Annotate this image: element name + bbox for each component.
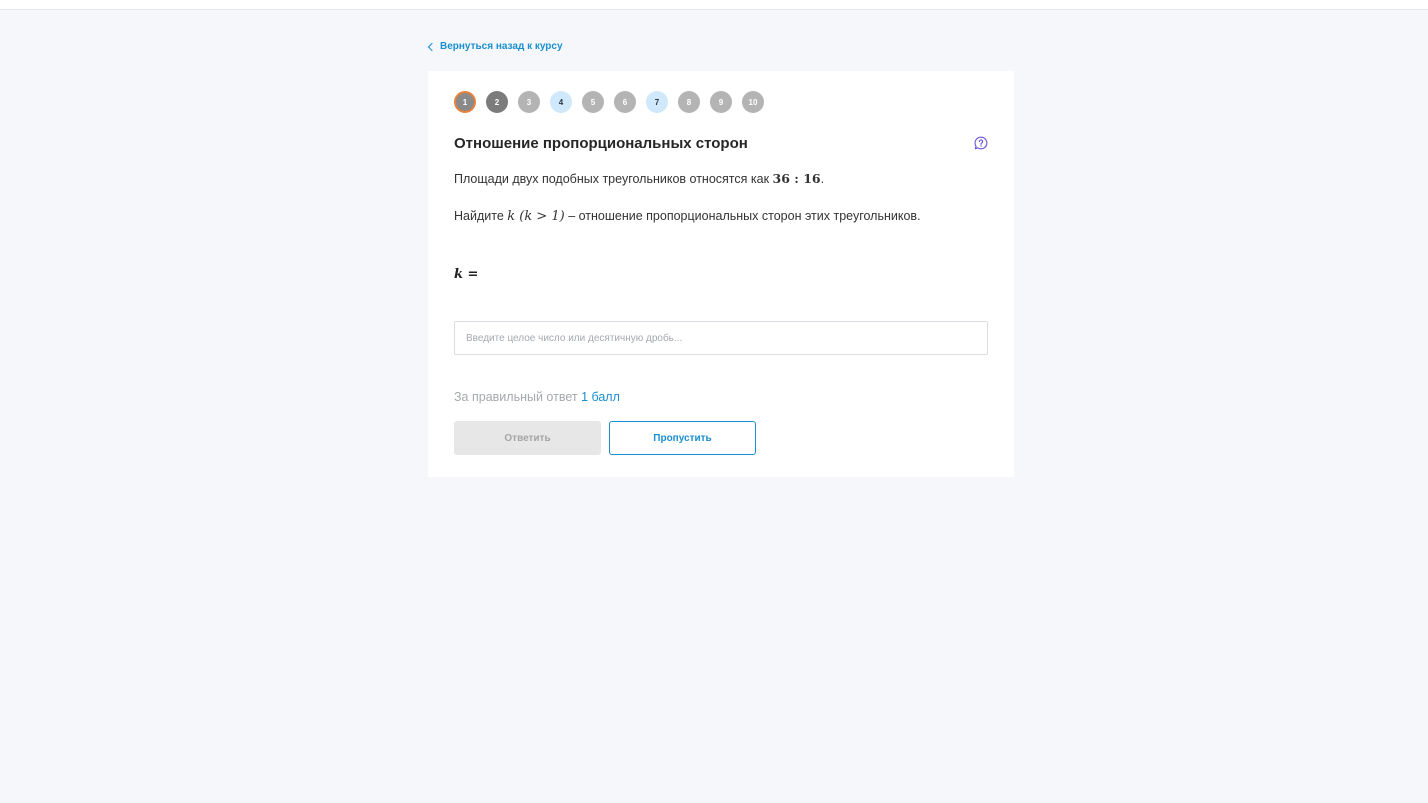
back-to-course-link[interactable]: Вернуться назад к курсу — [427, 41, 563, 52]
step-2[interactable]: 2 — [486, 91, 508, 113]
task-card: 1 2 3 4 5 6 7 8 9 10 Отношение пропорцио… — [428, 71, 1014, 477]
top-bar — [0, 0, 1428, 10]
question-text: Найдите — [454, 209, 508, 223]
score-points: 1 балл — [581, 390, 620, 404]
back-to-course-label: Вернуться назад к курсу — [440, 41, 563, 52]
task-condition: Площади двух подобных треугольников отно… — [454, 171, 824, 186]
score-info: За правильный ответ 1 балл — [454, 390, 620, 404]
chevron-left-icon — [427, 42, 437, 51]
answer-input[interactable] — [454, 321, 988, 355]
condition-end: . — [820, 172, 825, 186]
answer-label: k = — [454, 267, 479, 282]
task-question: Найдите k (k > 1) – отношение пропорцион… — [454, 209, 921, 224]
step-7[interactable]: 7 — [646, 91, 668, 113]
step-1[interactable]: 1 — [454, 91, 476, 113]
step-8[interactable]: 8 — [678, 91, 700, 113]
condition-text: Площади двух подобных треугольников отно… — [454, 172, 773, 186]
task-title: Отношение пропорциональных сторон — [454, 135, 748, 152]
step-6[interactable]: 6 — [614, 91, 636, 113]
skip-button[interactable]: Пропустить — [609, 421, 756, 455]
step-9[interactable]: 9 — [710, 91, 732, 113]
step-4[interactable]: 4 — [550, 91, 572, 113]
ratio-formula: 36 : 16 — [772, 171, 821, 186]
step-3[interactable]: 3 — [518, 91, 540, 113]
step-5[interactable]: 5 — [582, 91, 604, 113]
k-formula: k (k > 1) — [507, 209, 565, 224]
question-bubble-icon[interactable] — [974, 136, 988, 150]
task-steps: 1 2 3 4 5 6 7 8 9 10 — [454, 91, 764, 113]
score-prefix: За правильный ответ — [454, 390, 582, 404]
question-rest: – отношение пропорциональных сторон этих… — [564, 209, 921, 223]
answer-button[interactable]: Ответить — [454, 421, 601, 455]
step-10[interactable]: 10 — [742, 91, 764, 113]
